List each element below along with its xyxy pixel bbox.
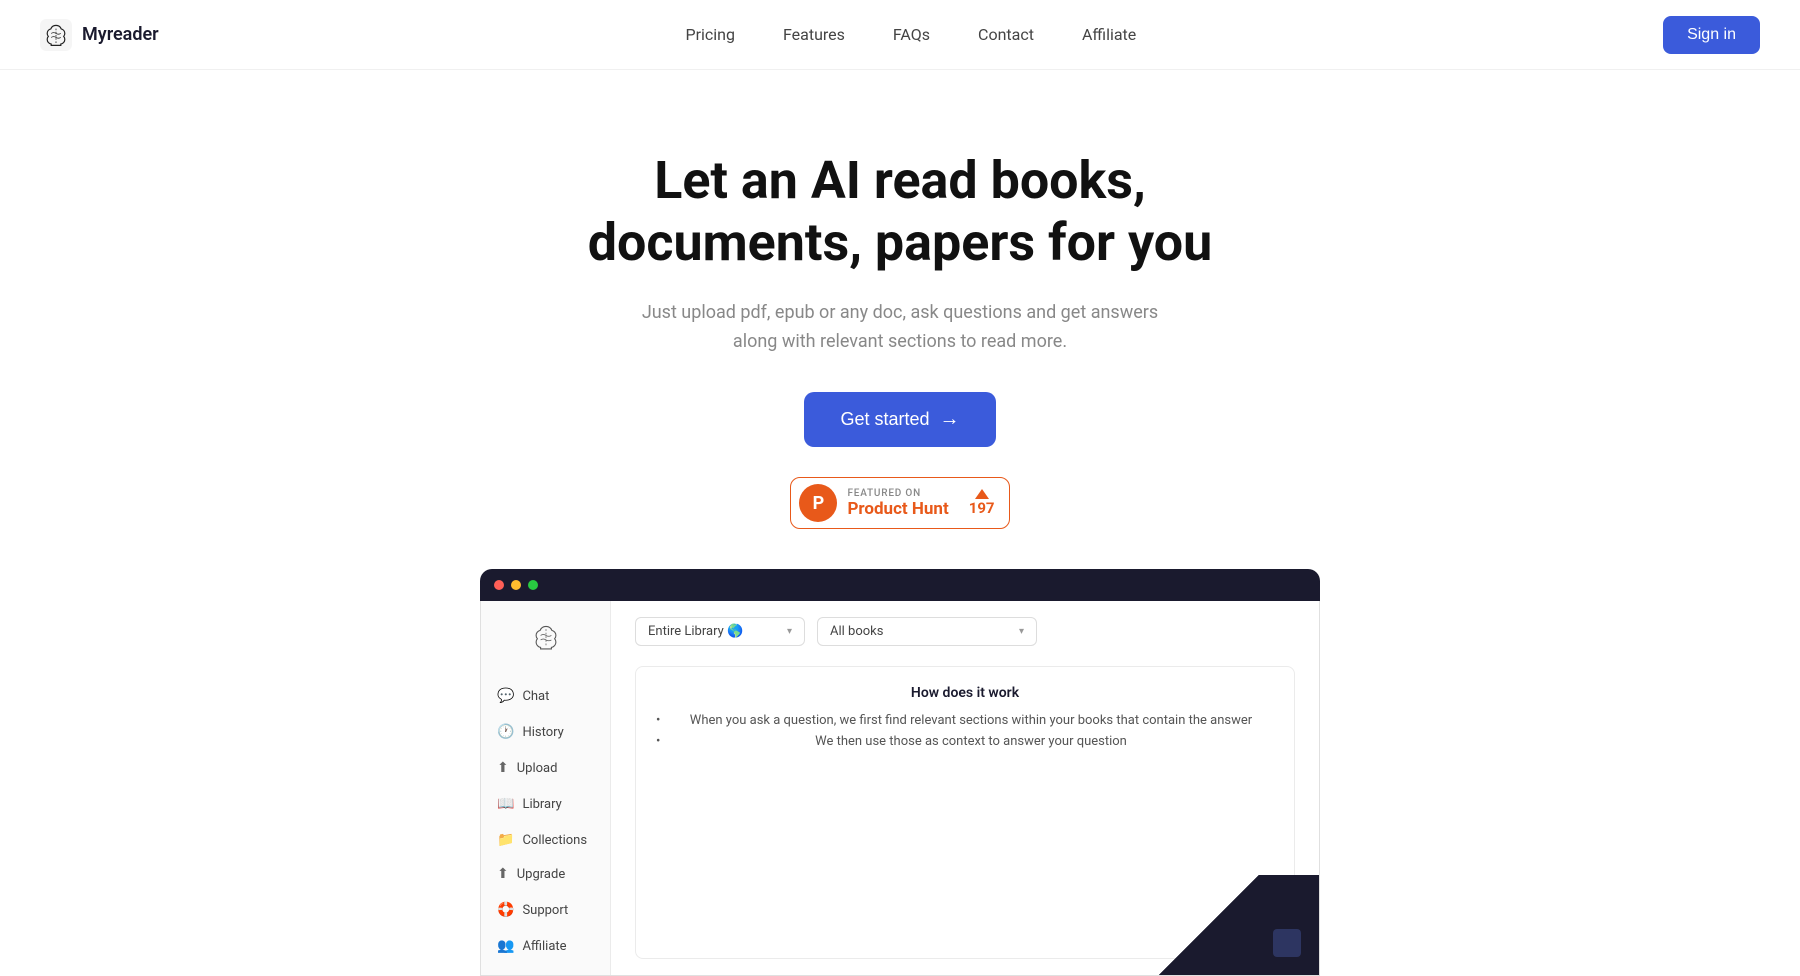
filter-library[interactable]: Entire Library 🌎 ▾	[635, 617, 805, 646]
sidebar-support-label: Support	[522, 903, 568, 918]
app-bullet-2: We then use those as context to answer y…	[656, 734, 1274, 749]
chevron-down-icon: ▾	[787, 626, 792, 637]
sidebar-chat-label: Chat	[522, 689, 549, 704]
nav-faqs[interactable]: FAQs	[893, 25, 930, 44]
sidebar-library-label: Library	[522, 797, 561, 812]
filter-library-label: Entire Library 🌎	[648, 624, 743, 639]
sidebar-upload-label: Upload	[517, 761, 558, 776]
chat-icon: 💬	[497, 688, 514, 704]
navbar: Myreader Pricing Features FAQs Contact A…	[0, 0, 1800, 70]
close-dot	[494, 580, 504, 590]
sidebar-item-collections[interactable]: 📁 Collections	[481, 823, 610, 857]
sidebar-item-upload[interactable]: ⬆ Upload	[481, 751, 610, 785]
logo[interactable]: Myreader	[40, 19, 159, 51]
nav-links: Pricing Features FAQs Contact Affiliate	[685, 25, 1136, 44]
app-filters: Entire Library 🌎 ▾ All books ▾	[635, 617, 1295, 646]
upgrade-icon: ⬆	[497, 866, 509, 882]
ph-text-group: FEATURED ON Product Hunt	[847, 488, 948, 519]
signin-button[interactable]: Sign in	[1663, 16, 1760, 54]
app-main-content: Entire Library 🌎 ▾ All books ▾ How does …	[611, 601, 1319, 975]
library-icon: 📖	[497, 796, 514, 812]
product-hunt-badge[interactable]: P FEATURED ON Product Hunt 197	[790, 477, 1009, 529]
sidebar-collections-label: Collections	[522, 833, 587, 848]
upload-icon: ⬆	[497, 760, 509, 776]
filter-books[interactable]: All books ▾	[817, 617, 1037, 646]
nav-features[interactable]: Features	[783, 25, 845, 44]
ph-vote-count: 197	[969, 499, 995, 517]
chevron-down-icon-2: ▾	[1019, 626, 1024, 637]
sidebar-item-affiliate[interactable]: 👥 Affiliate	[481, 929, 610, 963]
ph-logo: P	[799, 484, 837, 522]
ph-name: Product Hunt	[847, 499, 948, 519]
get-started-button[interactable]: Get started →	[804, 392, 995, 447]
brand-icon	[40, 19, 72, 51]
sidebar-logo	[528, 621, 564, 661]
nav-affiliate[interactable]: Affiliate	[1082, 25, 1136, 44]
app-bullet-1: When you ask a question, we first find r…	[656, 713, 1274, 728]
sidebar-affiliate-label: Affiliate	[522, 939, 566, 954]
hero-section: Let an AI read books, documents, papers …	[0, 70, 1800, 976]
sidebar-item-upgrade[interactable]: ⬆ Upgrade	[481, 857, 610, 891]
sidebar-bottom: ⬆ Upgrade 🛟 Support 👥 Affiliate	[481, 857, 610, 963]
window-titlebar	[480, 569, 1320, 601]
collections-icon: 📁	[497, 832, 514, 848]
hero-subtitle: Just upload pdf, epub or any doc, ask qu…	[620, 299, 1180, 357]
sidebar-upgrade-label: Upgrade	[517, 867, 565, 882]
sidebar-item-support[interactable]: 🛟 Support	[481, 893, 610, 927]
ph-featured-label: FEATURED ON	[847, 488, 921, 499]
nav-pricing[interactable]: Pricing	[685, 25, 735, 44]
sidebar-nav: 💬 Chat 🕐 History ⬆ Upload 📖 Library	[481, 679, 610, 857]
sidebar-item-history[interactable]: 🕐 History	[481, 715, 610, 749]
app-window-body: 💬 Chat 🕐 History ⬆ Upload 📖 Library	[480, 601, 1320, 976]
sidebar-item-library[interactable]: 📖 Library	[481, 787, 610, 821]
affiliate-icon: 👥	[497, 938, 514, 954]
ph-votes: 197	[969, 489, 995, 517]
app-content-title: How does it work	[656, 685, 1274, 701]
maximize-dot	[528, 580, 538, 590]
sidebar-history-label: History	[522, 725, 563, 740]
filter-books-label: All books	[830, 624, 883, 639]
get-started-label: Get started	[840, 409, 929, 430]
brand-name: Myreader	[82, 24, 159, 45]
app-preview: 💬 Chat 🕐 History ⬆ Upload 📖 Library	[480, 569, 1320, 976]
sidebar-item-chat[interactable]: 💬 Chat	[481, 679, 610, 713]
hero-title: Let an AI read books, documents, papers …	[560, 150, 1240, 275]
nav-contact[interactable]: Contact	[978, 25, 1034, 44]
upvote-icon	[975, 489, 989, 499]
history-icon: 🕐	[497, 724, 514, 740]
support-icon: 🛟	[497, 902, 514, 918]
arrow-icon: →	[940, 408, 960, 431]
app-content-box: How does it work When you ask a question…	[635, 666, 1295, 959]
app-sidebar: 💬 Chat 🕐 History ⬆ Upload 📖 Library	[481, 601, 611, 975]
minimize-dot	[511, 580, 521, 590]
